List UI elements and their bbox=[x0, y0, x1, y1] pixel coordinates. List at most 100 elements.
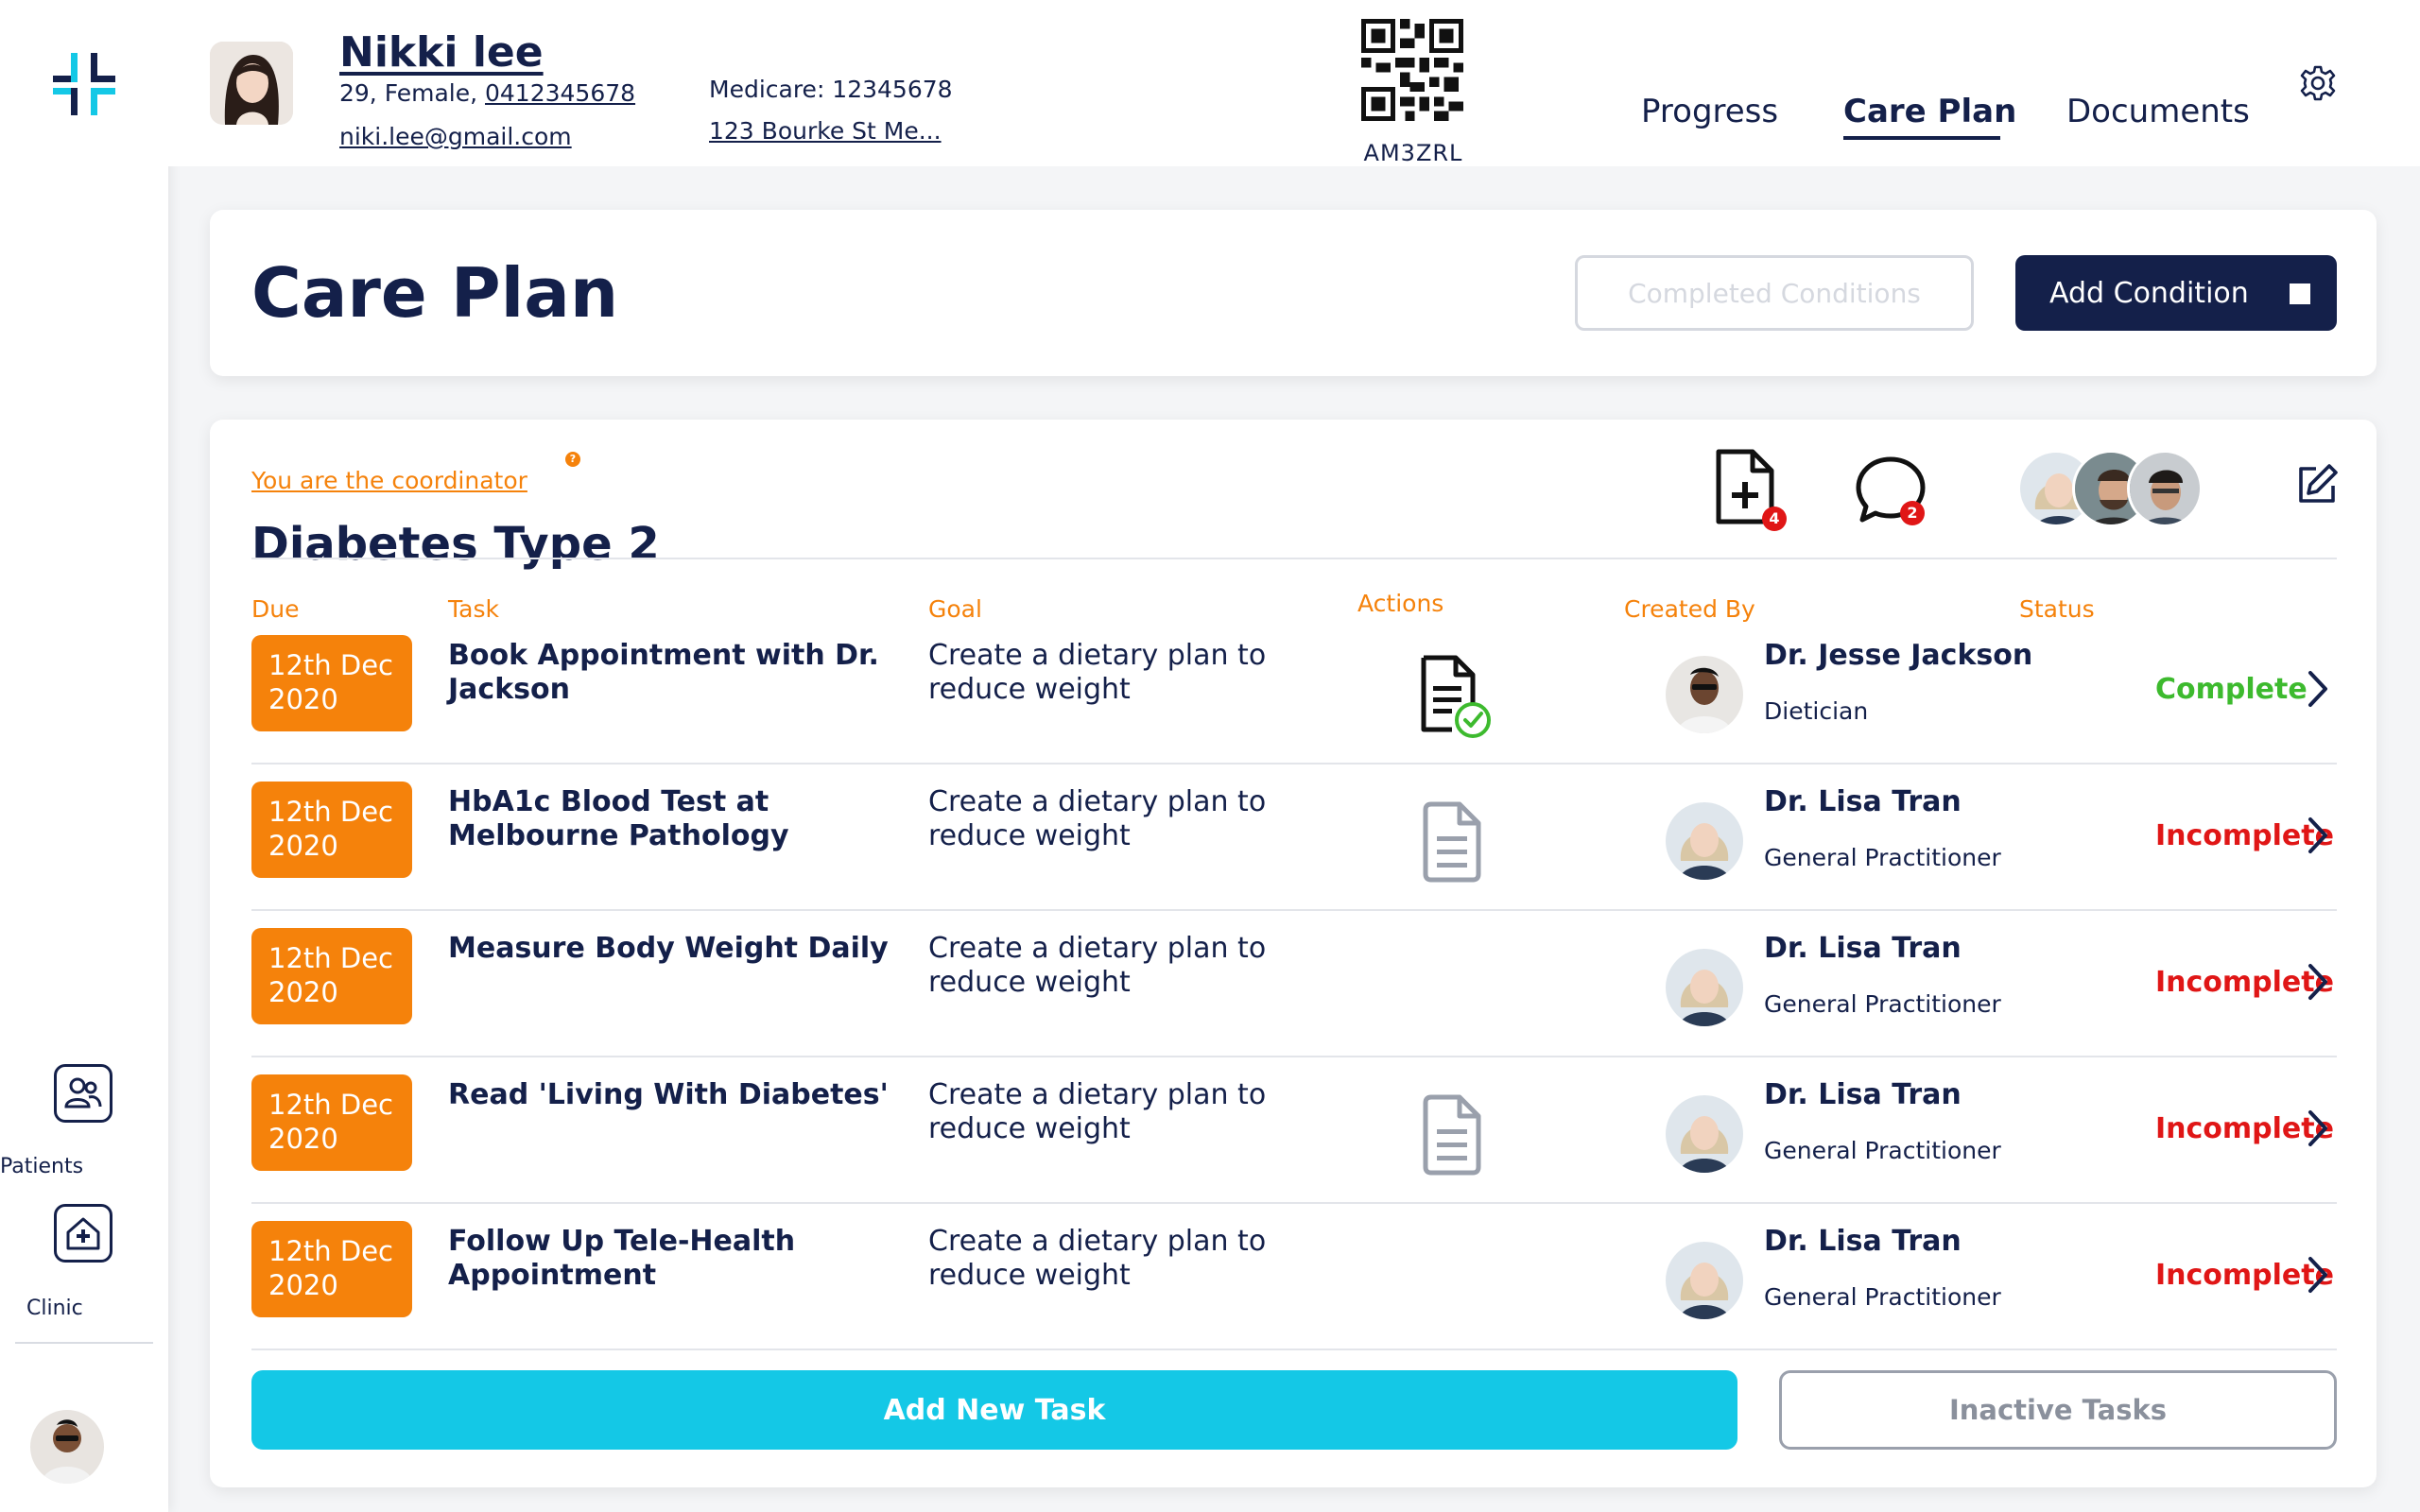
messages-count-badge: 2 bbox=[1900, 501, 1925, 525]
table-row[interactable]: 12th Dec 2020 Measure Body Weight Daily C… bbox=[251, 911, 2337, 1057]
creator-avatar bbox=[1666, 1242, 1743, 1319]
patient-phone-link[interactable]: 0412345678 bbox=[485, 79, 635, 107]
document-icon[interactable] bbox=[1418, 1093, 1494, 1178]
condition-card: You are the coordinator ? Diabetes Type … bbox=[210, 420, 2377, 1487]
due-date-badge: 12th Dec 2020 bbox=[251, 928, 412, 1024]
due-date-line: 12th Dec bbox=[268, 942, 393, 974]
page-title: Care Plan bbox=[251, 253, 619, 333]
inactive-tasks-label: Inactive Tasks bbox=[1948, 1394, 2168, 1426]
creator-role: General Practitioner bbox=[1764, 1283, 2001, 1311]
add-new-task-button[interactable]: Add New Task bbox=[251, 1370, 1737, 1450]
task-goal: Create a dietary plan to reduce weight bbox=[928, 932, 1267, 999]
due-date-year: 2020 bbox=[268, 976, 338, 1008]
creator-name: Dr. Jesse Jackson bbox=[1764, 639, 2033, 672]
creator-avatar bbox=[1666, 949, 1743, 1026]
table-row[interactable]: 12th Dec 2020 Follow Up Tele-Health Appoi… bbox=[251, 1204, 2337, 1350]
coordinator-link[interactable]: You are the coordinator bbox=[251, 467, 527, 494]
creator-name: Dr. Lisa Tran bbox=[1764, 785, 1962, 818]
edit-condition-icon[interactable] bbox=[2293, 461, 2341, 508]
due-date-year: 2020 bbox=[268, 830, 338, 862]
due-date-year: 2020 bbox=[268, 1123, 338, 1155]
due-date-badge: 12th Dec 2020 bbox=[251, 1221, 412, 1317]
care-team-avatar[interactable] bbox=[2127, 450, 2203, 527]
task-name: Measure Body Weight Daily bbox=[448, 932, 889, 965]
task-name: HbA1c Blood Test at Melbourne Pathology bbox=[448, 785, 789, 852]
document-icon[interactable] bbox=[1418, 800, 1494, 885]
chevron-right-icon[interactable] bbox=[2303, 1105, 2331, 1152]
due-date-line: 12th Dec bbox=[268, 796, 393, 828]
patient-age-gender: 29, Female, bbox=[339, 79, 485, 107]
patients-nav-button[interactable] bbox=[54, 1064, 112, 1123]
patient-demographics: 29, Female, 0412345678 bbox=[339, 79, 635, 107]
chevron-right-icon[interactable] bbox=[2303, 1251, 2331, 1298]
care-team-avatars[interactable] bbox=[2017, 450, 2225, 531]
due-date-badge: 12th Dec 2020 bbox=[251, 1074, 412, 1171]
patient-email-link[interactable]: niki.lee@gmail.com bbox=[339, 123, 572, 150]
inactive-tasks-button[interactable]: Inactive Tasks bbox=[1779, 1370, 2337, 1450]
due-date-year: 2020 bbox=[268, 1269, 338, 1301]
add-document-button[interactable]: 4 bbox=[1713, 448, 1789, 533]
table-row[interactable]: 12th Dec 2020 Book Appointment with Dr. J… bbox=[251, 618, 2337, 765]
due-date-year: 2020 bbox=[268, 683, 338, 715]
tab-care-plan[interactable]: Care Plan bbox=[1843, 93, 2016, 130]
creator-avatar bbox=[1666, 656, 1743, 733]
due-date-badge: 12th Dec 2020 bbox=[251, 782, 412, 878]
due-date-line: 12th Dec bbox=[268, 649, 393, 681]
task-name: Book Appointment with Dr. Jackson bbox=[448, 639, 879, 706]
due-date-line: 12th Dec bbox=[268, 1235, 393, 1267]
active-tab-indicator bbox=[1843, 136, 2000, 140]
status-label: Complete bbox=[2155, 673, 2308, 706]
add-condition-button[interactable]: Add Condition bbox=[2015, 255, 2337, 331]
creator-avatar bbox=[1666, 1095, 1743, 1173]
add-condition-square-icon bbox=[2290, 284, 2310, 304]
app-logo-icon[interactable] bbox=[53, 53, 115, 115]
tab-documents[interactable]: Documents bbox=[2066, 93, 2250, 130]
creator-role: Dietician bbox=[1764, 697, 1869, 725]
task-name: Follow Up Tele-Health Appointment bbox=[448, 1225, 796, 1292]
completed-conditions-button[interactable]: Completed Conditions bbox=[1575, 255, 1974, 331]
condition-header-divider bbox=[251, 558, 2337, 559]
document-complete-icon[interactable] bbox=[1418, 654, 1494, 739]
qr-code-label: AM3ZRL bbox=[1363, 140, 1463, 166]
task-goal: Create a dietary plan to reduce weight bbox=[928, 1078, 1267, 1145]
sidebar-divider bbox=[15, 1342, 153, 1344]
creator-name: Dr. Lisa Tran bbox=[1764, 1225, 1962, 1258]
task-goal: Create a dietary plan to reduce weight bbox=[928, 785, 1267, 852]
creator-name: Dr. Lisa Tran bbox=[1764, 1078, 1962, 1111]
due-date-badge: 12th Dec 2020 bbox=[251, 635, 412, 731]
messages-button[interactable]: 2 bbox=[1855, 454, 1930, 529]
task-name: Read 'Living With Diabetes' bbox=[448, 1078, 889, 1111]
user-avatar[interactable] bbox=[30, 1410, 104, 1484]
patient-name[interactable]: Nikki lee bbox=[339, 28, 544, 77]
help-icon[interactable]: ? bbox=[565, 452, 580, 467]
task-goal: Create a dietary plan to reduce weight bbox=[928, 639, 1267, 706]
chevron-right-icon[interactable] bbox=[2303, 812, 2331, 859]
clinic-nav-label[interactable]: Clinic bbox=[26, 1297, 83, 1320]
creator-avatar bbox=[1666, 802, 1743, 880]
condition-title: Diabetes Type 2 bbox=[251, 518, 660, 571]
clinic-nav-button[interactable] bbox=[54, 1204, 112, 1263]
creator-role: General Practitioner bbox=[1764, 844, 2001, 871]
table-row[interactable]: 12th Dec 2020 HbA1c Blood Test at Melbour… bbox=[251, 765, 2337, 911]
row-divider bbox=[251, 1349, 2337, 1350]
creator-role: General Practitioner bbox=[1764, 990, 2001, 1018]
add-condition-label: Add Condition bbox=[2049, 276, 2249, 310]
completed-conditions-label: Completed Conditions bbox=[1628, 277, 1921, 309]
table-row[interactable]: 12th Dec 2020 Read 'Living With Diabetes'… bbox=[251, 1057, 2337, 1204]
patient-address-link[interactable]: 123 Bourke St Me... bbox=[709, 117, 942, 145]
creator-name: Dr. Lisa Tran bbox=[1764, 932, 1962, 965]
patients-nav-label[interactable]: Patients bbox=[0, 1155, 83, 1178]
task-goal: Create a dietary plan to reduce weight bbox=[928, 1225, 1267, 1292]
patients-icon bbox=[64, 1077, 102, 1108]
settings-gear-icon[interactable] bbox=[2299, 64, 2337, 102]
column-header-actions: Actions bbox=[1357, 590, 1444, 617]
creator-role: General Practitioner bbox=[1764, 1137, 2001, 1164]
chevron-right-icon[interactable] bbox=[2303, 665, 2331, 713]
chevron-right-icon[interactable] bbox=[2303, 958, 2331, 1005]
clinic-icon bbox=[66, 1217, 100, 1250]
add-new-task-label: Add New Task bbox=[883, 1393, 1106, 1427]
medicare-number: Medicare: 12345678 bbox=[709, 76, 953, 103]
due-date-line: 12th Dec bbox=[268, 1089, 393, 1121]
tab-progress[interactable]: Progress bbox=[1641, 93, 1778, 130]
patient-photo bbox=[210, 42, 293, 125]
